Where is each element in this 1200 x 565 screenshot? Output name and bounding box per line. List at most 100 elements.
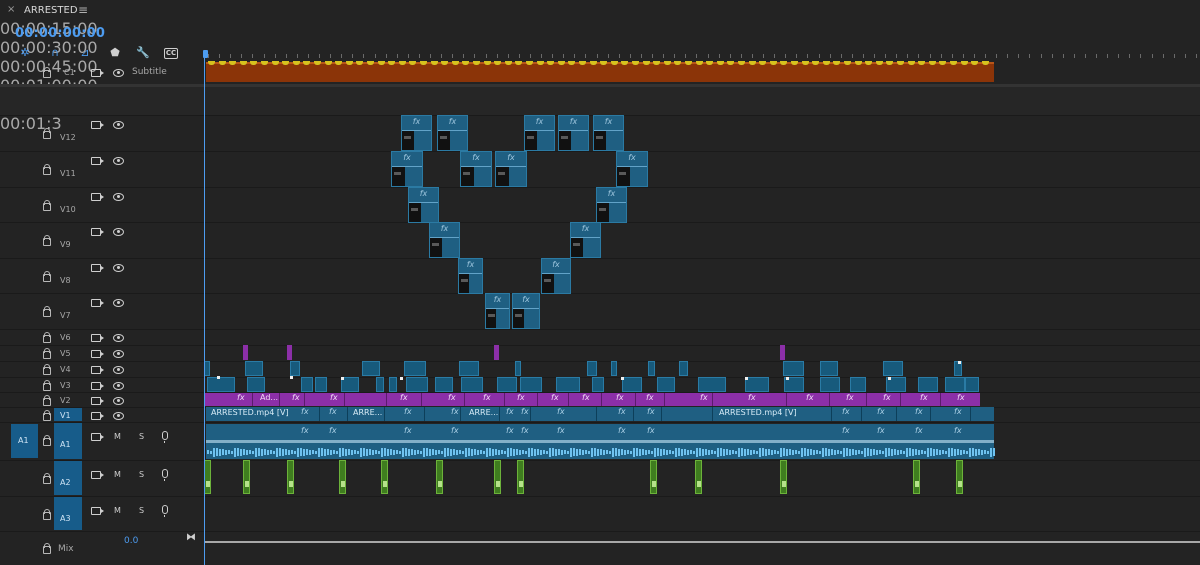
captions-icon[interactable]: CC bbox=[164, 48, 178, 59]
video-clip[interactable]: fx bbox=[558, 115, 589, 151]
toggle-sync-lock-icon[interactable] bbox=[91, 193, 104, 201]
solo-button[interactable]: S bbox=[139, 506, 144, 515]
mix-lock-icon[interactable] bbox=[43, 543, 51, 554]
video-clip-v3[interactable] bbox=[657, 377, 675, 392]
voice-over-record-icon[interactable] bbox=[162, 431, 168, 443]
mute-button[interactable]: M bbox=[114, 506, 121, 515]
video-clip-v3[interactable] bbox=[247, 377, 265, 392]
video-clip[interactable]: fx bbox=[401, 115, 432, 151]
toggle-sync-lock-icon[interactable] bbox=[91, 264, 104, 272]
linked-selection-icon[interactable]: ∩ bbox=[48, 46, 62, 60]
video-clip-v4[interactable] bbox=[648, 361, 655, 376]
toggle-sync-lock-icon[interactable] bbox=[91, 381, 104, 390]
add-marker-icon[interactable]: ⊿ bbox=[78, 46, 92, 60]
toggle-sync-lock-icon[interactable] bbox=[91, 350, 104, 358]
video-clip[interactable]: fx bbox=[460, 151, 492, 187]
video-clip[interactable]: fx bbox=[524, 115, 555, 151]
track-lock-icon[interactable] bbox=[43, 394, 51, 406]
wrench-icon[interactable]: 🔧 bbox=[136, 46, 150, 60]
video-clip-v3[interactable] bbox=[520, 377, 542, 392]
subtitle-output-icon[interactable] bbox=[113, 69, 124, 77]
toggle-track-output-icon[interactable] bbox=[113, 264, 124, 272]
video-clip-v3[interactable] bbox=[556, 377, 580, 392]
video-clip[interactable]: fx bbox=[437, 115, 468, 151]
panel-menu-icon[interactable]: ≡ bbox=[78, 3, 88, 17]
toggle-sync-lock-icon[interactable] bbox=[91, 334, 104, 342]
a2-audio-clip[interactable] bbox=[494, 460, 501, 494]
track-lock-icon[interactable] bbox=[43, 235, 51, 246]
a2-audio-clip[interactable] bbox=[956, 460, 963, 494]
video-clip-v3[interactable] bbox=[376, 377, 384, 392]
video-clip-v4[interactable] bbox=[820, 361, 838, 376]
sync-lock-icon[interactable] bbox=[91, 433, 104, 441]
video-clip[interactable]: fx bbox=[429, 222, 460, 258]
video-clip[interactable]: fx bbox=[593, 115, 624, 151]
video-clip-v3[interactable] bbox=[461, 377, 483, 392]
video-clip-v4[interactable] bbox=[883, 361, 903, 376]
adjustment-layer-track[interactable] bbox=[204, 393, 980, 406]
video-clip-v4[interactable] bbox=[459, 361, 479, 376]
video-clip-v3[interactable] bbox=[389, 377, 397, 392]
time-ruler[interactable] bbox=[204, 36, 1200, 62]
a2-audio-clip[interactable] bbox=[243, 460, 250, 494]
toggle-sync-lock-icon[interactable] bbox=[91, 228, 104, 236]
track-lock-icon[interactable] bbox=[43, 270, 51, 282]
track-lock-icon[interactable] bbox=[43, 409, 51, 421]
track-lock-icon[interactable] bbox=[43, 435, 51, 446]
track-lock-icon[interactable] bbox=[43, 128, 51, 139]
voice-over-record-icon[interactable] bbox=[162, 505, 168, 517]
track-lock-icon[interactable] bbox=[43, 473, 51, 484]
a2-audio-clip[interactable] bbox=[650, 460, 657, 494]
video-clip-v3[interactable] bbox=[622, 377, 642, 392]
video-clip-v4[interactable] bbox=[290, 361, 300, 376]
toggle-track-output-icon[interactable] bbox=[113, 299, 124, 307]
a2-audio-clip[interactable] bbox=[204, 460, 211, 494]
toggle-track-output-icon[interactable] bbox=[113, 121, 124, 129]
video-clip-v3[interactable] bbox=[698, 377, 726, 392]
close-tab-icon[interactable]: × bbox=[7, 4, 15, 15]
a2-audio-clip[interactable] bbox=[913, 460, 920, 494]
video-clip-v4[interactable] bbox=[679, 361, 688, 376]
track-lock-icon[interactable] bbox=[43, 508, 51, 520]
video-clip-v3[interactable] bbox=[745, 377, 769, 392]
video-clip[interactable]: fx bbox=[458, 258, 483, 294]
video-clip-v4[interactable] bbox=[404, 361, 426, 376]
track-lock-icon[interactable] bbox=[43, 332, 51, 343]
toggle-track-output-icon[interactable] bbox=[113, 334, 124, 342]
toggle-track-output-icon[interactable] bbox=[113, 157, 124, 165]
sync-lock-icon[interactable] bbox=[91, 507, 104, 515]
toggle-track-output-icon[interactable] bbox=[113, 228, 124, 236]
a2-audio-clip[interactable] bbox=[339, 460, 346, 494]
video-clip-v4[interactable] bbox=[611, 361, 617, 376]
toggle-sync-lock-icon[interactable] bbox=[91, 411, 104, 420]
video-clip[interactable]: fx bbox=[391, 151, 423, 187]
voice-over-record-icon[interactable] bbox=[162, 469, 168, 481]
video-clip-v3[interactable] bbox=[592, 377, 604, 392]
adjustment-clip[interactable] bbox=[287, 345, 292, 360]
a2-audio-clip[interactable] bbox=[287, 460, 294, 494]
video-clip-v4[interactable] bbox=[587, 361, 597, 376]
video-clip[interactable]: fx bbox=[495, 151, 527, 187]
solo-button[interactable]: S bbox=[139, 432, 144, 441]
video-clip[interactable]: fx bbox=[596, 187, 627, 223]
adjustment-clip[interactable] bbox=[243, 345, 248, 360]
sync-lock-icon[interactable] bbox=[91, 471, 104, 479]
mix-end-icon[interactable]: ⧓ bbox=[186, 532, 196, 543]
toggle-sync-lock-icon[interactable] bbox=[91, 366, 104, 374]
subtitle-sync-icon[interactable] bbox=[91, 69, 104, 77]
toggle-track-output-icon[interactable] bbox=[113, 381, 124, 390]
video-clip[interactable]: fx bbox=[570, 222, 601, 258]
adjustment-clip[interactable] bbox=[780, 345, 785, 360]
video-clip-v4[interactable] bbox=[362, 361, 380, 376]
video-clip-v3[interactable] bbox=[918, 377, 938, 392]
playhead-timecode[interactable]: 00:00:00:00 bbox=[15, 26, 105, 41]
mute-button[interactable]: M bbox=[114, 470, 121, 479]
toggle-sync-lock-icon[interactable] bbox=[91, 121, 104, 129]
video-clip-v3[interactable] bbox=[850, 377, 866, 392]
track-lock-icon[interactable] bbox=[43, 364, 51, 375]
video-clip-v4[interactable] bbox=[783, 361, 804, 376]
video-clip-v3[interactable] bbox=[945, 377, 965, 392]
video-clip-v4[interactable] bbox=[245, 361, 263, 376]
video-clip-v4[interactable] bbox=[515, 361, 521, 376]
video-clip[interactable]: fx bbox=[616, 151, 648, 187]
